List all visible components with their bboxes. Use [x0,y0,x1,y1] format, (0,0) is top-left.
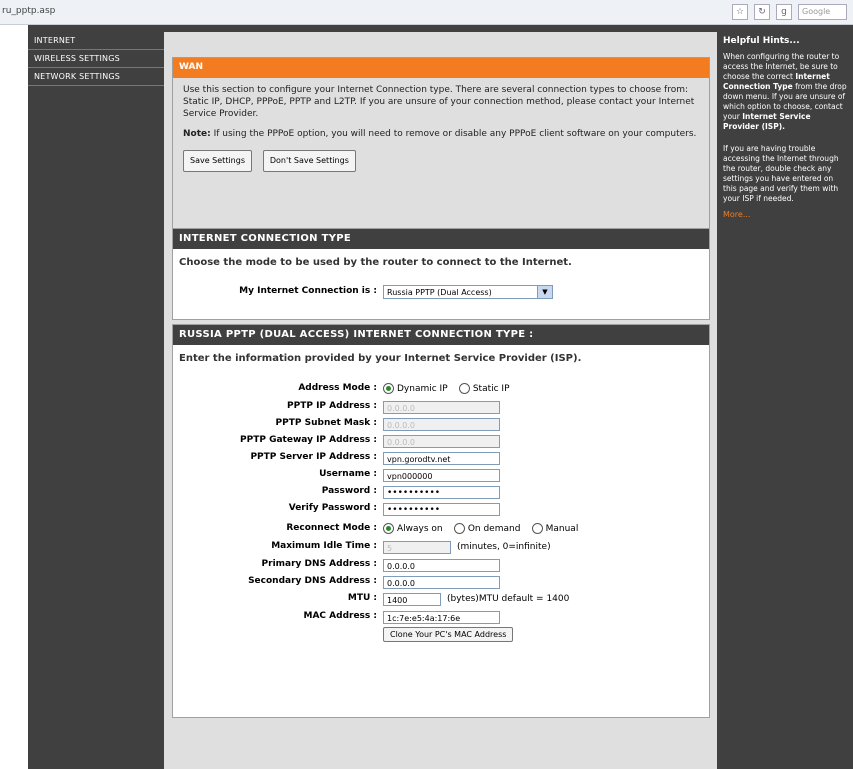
clone-mac-button[interactable]: Clone Your PC's MAC Address [383,627,514,642]
connection-type-section: INTERNET CONNECTION TYPE Choose the mode… [172,228,710,320]
radio-static-ip[interactable] [458,383,470,394]
dns2-label: Secondary DNS Address : [248,576,377,586]
help-top-strip [717,25,853,32]
connection-type-subtitle: Choose the mode to be used by the router… [179,257,572,268]
pptp-gateway-row: PPTP Gateway IP Address : 0.0.0.0 [173,435,709,450]
wan-note: Note: If using the PPPoE option, you wil… [183,128,699,140]
left-navigation: INTERNET WIRELESS SETTINGS NETWORK SETTI… [28,32,164,769]
pptp-server-row: PPTP Server IP Address : vpn.gorodtv.net [173,452,709,467]
mac-label: MAC Address : [303,611,378,621]
wan-note-label: Note: [183,129,211,139]
wan-title: WAN [173,58,709,78]
username-row: Username : vpn000000 [173,469,709,484]
pptp-ip-label: PPTP IP Address : [287,401,377,411]
dns1-label: Primary DNS Address : [261,559,377,569]
wan-body: Use this section to configure your Inter… [173,78,709,178]
verify-password-row: Verify Password : •••••••••• [173,503,709,518]
reconnect-mode-label: Reconnect Mode : [286,523,377,533]
hint-paragraph-2: If you are having trouble accessing the … [723,144,839,203]
bookmark-star-icon[interactable]: ☆ [732,4,748,20]
pptp-server-label: PPTP Server IP Address : [250,452,377,462]
idle-time-suffix: (minutes, 0=infinite) [457,542,551,552]
username-label: Username : [319,469,377,479]
idle-time-label: Maximum Idle Time : [271,541,377,551]
radio-manual-label: Manual [545,523,579,534]
address-mode-label: Address Mode : [298,383,377,393]
main-content: WAN Use this section to configure your I… [164,32,717,769]
radio-manual[interactable] [531,523,543,534]
wan-description: Use this section to configure your Inter… [183,85,695,119]
connection-type-select[interactable]: Russia PPTP (Dual Access) ▼ [383,285,553,299]
verify-password-field[interactable]: •••••••••• [383,503,500,516]
dont-save-settings-button[interactable]: Don't Save Settings [262,150,356,172]
mtu-suffix: (bytes)MTU default = 1400 [447,594,570,604]
nav-item-network-settings[interactable]: NETWORK SETTINGS [28,68,164,86]
pptp-subtitle: Enter the information provided by your I… [179,353,582,364]
radio-always-on[interactable] [383,523,394,534]
idle-time-row: Maximum Idle Time : 5 (minutes, 0=infini… [173,541,709,556]
pptp-server-field[interactable]: vpn.gorodtv.net [383,452,500,465]
pptp-gateway-field[interactable]: 0.0.0.0 [383,435,500,448]
radio-on-demand[interactable] [453,523,465,534]
dns1-field[interactable]: 0.0.0.0 [383,559,500,572]
radio-dynamic-ip[interactable] [383,383,394,394]
hint-paragraph-1: When configuring the router to access th… [717,50,853,134]
more-link[interactable]: More... [717,206,853,223]
pptp-mask-row: PPTP Subnet Mask : 0.0.0.0 [173,418,709,433]
browser-icons: ☆ ↻ g Google [732,4,847,20]
mtu-field[interactable]: 1400 [383,593,441,606]
nav-top-strip [28,25,164,32]
pptp-mask-label: PPTP Subnet Mask : [275,418,377,428]
pptp-ip-row: PPTP IP Address : 0.0.0.0 [173,401,709,416]
radio-dynamic-ip-label: Dynamic IP [397,383,448,394]
chevron-down-icon[interactable]: ▼ [537,286,552,298]
google-logo-icon[interactable]: g [776,4,792,20]
verify-password-label: Verify Password : [288,503,377,513]
wan-section: WAN Use this section to configure your I… [172,57,710,243]
address-mode-row: Address Mode : Dynamic IP Static IP [173,383,709,398]
pptp-ip-field[interactable]: 0.0.0.0 [383,401,500,414]
connection-type-label: My Internet Connection is : [239,286,377,296]
search-box[interactable]: Google [798,4,847,20]
radio-static-ip-label: Static IP [472,383,510,394]
connection-type-row: My Internet Connection is : Russia PPTP … [173,285,709,300]
password-field[interactable]: •••••••••• [383,486,500,499]
reconnect-mode-options: Always on On demand Manual [383,523,586,535]
content-top-strip [164,25,717,32]
mac-row: MAC Address : 1c:7e:e5:4a:17:6e [173,611,709,626]
username-field[interactable]: vpn000000 [383,469,500,482]
radio-on-demand-label: On demand [467,523,521,534]
save-settings-button[interactable]: Save Settings [183,150,252,172]
dns2-field[interactable]: 0.0.0.0 [383,576,500,589]
dns1-row: Primary DNS Address : 0.0.0.0 [173,559,709,574]
nav-item-wireless-settings[interactable]: WIRELESS SETTINGS [28,50,164,68]
helpful-hints-title: Helpful Hints... [723,36,800,46]
password-row: Password : •••••••••• [173,486,709,501]
pptp-section: RUSSIA PPTP (DUAL ACCESS) INTERNET CONNE… [172,324,710,718]
connection-type-title: INTERNET CONNECTION TYPE [173,229,709,249]
nav-item-internet[interactable]: INTERNET [28,32,164,50]
mac-field[interactable]: 1c:7e:e5:4a:17:6e [383,611,500,624]
pptp-title: RUSSIA PPTP (DUAL ACCESS) INTERNET CONNE… [173,325,709,345]
pptp-mask-field[interactable]: 0.0.0.0 [383,418,500,431]
password-label: Password : [321,486,377,496]
pptp-gateway-label: PPTP Gateway IP Address : [240,435,377,445]
dns2-row: Secondary DNS Address : 0.0.0.0 [173,576,709,591]
mtu-label: MTU : [347,593,377,603]
helpful-hints-panel: Helpful Hints... When configuring the ro… [717,32,853,769]
address-mode-options: Dynamic IP Static IP [383,383,518,395]
url-bar[interactable]: ru_pptp.asp [2,6,55,16]
connection-type-value: Russia PPTP (Dual Access) [387,288,492,297]
reconnect-mode-row: Reconnect Mode : Always on On demand Man… [173,523,709,538]
clone-mac-row: Clone Your PC's MAC Address [173,627,709,642]
radio-always-on-label: Always on [397,523,443,534]
browser-toolbar: ru_pptp.asp ☆ ↻ g Google [0,0,853,25]
idle-time-field[interactable]: 5 [383,541,451,554]
wan-note-text: If using the PPPoE option, you will need… [210,129,697,139]
mtu-row: MTU : 1400 (bytes)MTU default = 1400 [173,593,709,608]
reload-icon[interactable]: ↻ [754,4,770,20]
